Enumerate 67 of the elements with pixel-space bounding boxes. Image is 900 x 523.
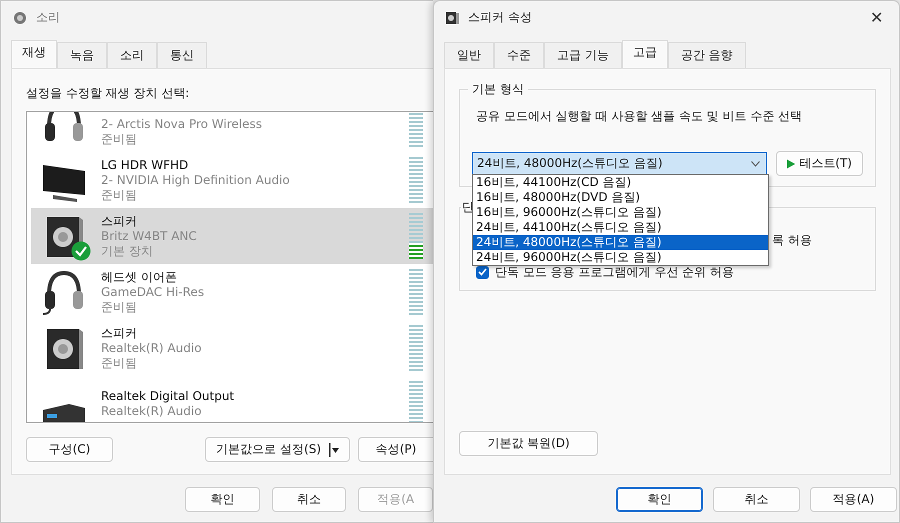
format-dropdown[interactable]: 24비트, 48000Hz(스튜디오 음질) (472, 152, 767, 176)
description-text: 공유 모드에서 실행할 때 사용할 샘플 속도 및 비트 수준 선택 (475, 109, 802, 123)
dialog-button[interactable]: 확인 (185, 487, 260, 512)
dropdown-arrow-icon (329, 442, 339, 456)
format-option[interactable]: 16비트, 48000Hz(DVD 음질) (473, 190, 768, 205)
dialog-button[interactable]: 취소 (713, 487, 800, 512)
configure-button[interactable]: 구성(C) (26, 437, 113, 462)
level-meter (409, 112, 423, 147)
device-name: Realtek Digital Output (101, 389, 236, 404)
window-title: 소리 (36, 9, 61, 26)
format-option[interactable]: 24비트, 48000Hz(스튜디오 음질) (473, 235, 768, 250)
device-description: Realtek(R) Audio (101, 340, 203, 356)
format-option[interactable]: 24비트, 96000Hz(스튜디오 음질) (473, 250, 768, 265)
chevron-down-icon (751, 160, 760, 166)
device-description: GameDAC Hi-Res (101, 284, 206, 300)
dialog-button[interactable]: 적용(A) (810, 487, 897, 512)
receiver-icon (42, 403, 86, 422)
tab[interactable]: 통신 (157, 42, 207, 68)
restore-defaults-button[interactable]: 기본값 복원(D) (459, 431, 598, 456)
format-option[interactable]: 24비트, 44100Hz(스튜디오 음질) (473, 220, 768, 235)
tab[interactable]: 녹음 (57, 42, 107, 68)
level-meter (409, 269, 423, 315)
device-description: Britz W4BT ANC (101, 228, 198, 244)
device-row[interactable]: LG HDR WFHD 2- NVIDIA High Definition Audio 준비됨 (31, 152, 433, 208)
device-row[interactable]: Realtek Digital Output Realtek(R) Audio (31, 376, 433, 422)
device-status: 준비됨 (101, 188, 138, 202)
device-name: LG HDR WFHD (101, 158, 190, 172)
format-option[interactable]: 16비트, 44100Hz(CD 음질) (473, 175, 768, 190)
tab[interactable]: 고급 기능 (544, 42, 622, 68)
default-check-icon (71, 241, 91, 261)
window-title: 스피커 속성 (468, 9, 533, 26)
device-description: Realtek(R) Audio (101, 404, 203, 419)
device-row[interactable]: 2- Arctis Nova Pro Wireless 준비됨 (31, 112, 433, 152)
device-name: 스피커 (101, 326, 138, 340)
tab[interactable]: 소리 (107, 42, 157, 68)
level-meter (409, 325, 423, 371)
dialog-button[interactable]: 확인 (616, 487, 703, 512)
group-title: 기본 형식 (468, 81, 528, 98)
tab[interactable]: 재생 (11, 40, 57, 68)
checkbox-label: 록 허용 (772, 232, 812, 248)
device-status: 준비됨 (101, 132, 138, 146)
device-row[interactable]: 스피커 Britz W4BT ANC 기본 장치 (31, 208, 433, 264)
device-description: 2- NVIDIA High Definition Audio (101, 172, 291, 188)
device-status: 준비됨 (101, 356, 138, 370)
set-default-button[interactable]: 기본값으로 설정(S) (205, 437, 350, 462)
level-meter (409, 381, 423, 422)
device-status: 준비됨 (101, 300, 138, 314)
test-button[interactable]: 테스트(T) (776, 151, 863, 176)
play-icon (787, 158, 796, 170)
device-name: 헤드셋 이어폰 (101, 270, 178, 284)
close-button[interactable]: ✕ (866, 8, 887, 28)
checkbox[interactable] (476, 266, 489, 278)
tab[interactable]: 수준 (494, 42, 544, 68)
device-row[interactable]: 스피커 Realtek(R) Audio 준비됨 (31, 320, 433, 376)
tab[interactable]: 일반 (444, 42, 494, 68)
device-status: 기본 장치 (101, 244, 154, 258)
checkbox-label: 단독 모드 응용 프로그램에게 우선 순위 허용 (495, 264, 734, 280)
device-name: 스피커 (101, 214, 138, 228)
level-meter (409, 157, 423, 203)
tab[interactable]: 공간 음향 (668, 42, 746, 68)
device-description: 2- Arctis Nova Pro Wireless (101, 116, 264, 132)
properties-button[interactable]: 속성(P) (358, 437, 433, 462)
tab[interactable]: 고급 (622, 40, 668, 68)
dialog-button[interactable]: 취소 (272, 487, 346, 512)
prompt-text: 설정을 수정할 재생 장치 선택: (26, 85, 190, 102)
format-option[interactable]: 16비트, 96000Hz(스튜디오 음질) (473, 205, 768, 220)
device-row[interactable]: 헤드셋 이어폰 GameDAC Hi-Res 준비됨 (31, 264, 433, 320)
